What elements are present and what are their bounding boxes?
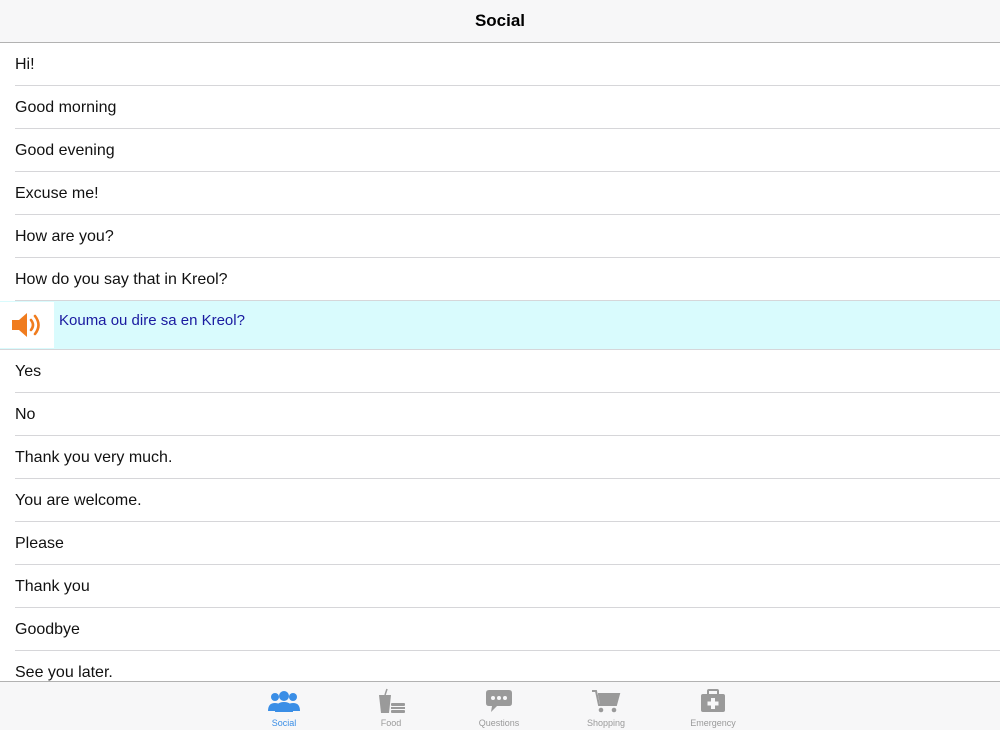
phrase-row[interactable]: No [0,393,1000,436]
phrase-row[interactable]: Please [0,522,1000,565]
phrase-label: Please [15,534,64,552]
phrase-row[interactable]: See you later. [0,651,1000,681]
tab-emergency[interactable]: Emergency [668,682,758,730]
phrase-list[interactable]: Hi! Good morning Good evening Excuse me!… [0,43,1000,681]
tab-questions[interactable]: Questions [454,682,544,730]
translation-text: Kouma ou dire sa en Kreol? [59,312,245,329]
tab-label: Shopping [586,718,626,728]
phrase-row[interactable]: Good evening [0,129,1000,172]
phrase-label: Thank you very much. [15,448,173,466]
tab-shopping[interactable]: Shopping [561,682,651,730]
tab-label: Questions [478,718,520,728]
chat-bubble-icon [486,690,512,712]
phrase-row[interactable]: Hi! [0,43,1000,86]
phrase-label: Good evening [15,141,115,159]
translation-row[interactable]: Kouma ou dire sa en Kreol? [0,301,1000,350]
phrase-row[interactable]: Goodbye [0,608,1000,651]
first-aid-kit-icon [701,689,725,712]
navigation-bar: Social [0,0,1000,43]
phrase-row[interactable]: Thank you [0,565,1000,608]
phrase-row[interactable]: Yes [0,350,1000,393]
phrase-row[interactable]: How are you? [0,215,1000,258]
phrase-label: Goodbye [15,620,80,638]
phrase-label: Hi! [15,55,35,73]
app-window: Social Hi! Good morning Good evening Exc… [0,0,1000,730]
tab-bar: Social Food Questions Shopping Emergency [0,681,1000,730]
phrase-label: Excuse me! [15,184,99,202]
tab-label: Social [271,718,297,728]
speaker-icon [12,313,40,337]
tab-social[interactable]: Social [239,682,329,730]
phrase-label: Thank you [15,577,90,595]
phrase-label: Yes [15,362,42,380]
cart-icon [592,690,621,713]
phrase-row[interactable]: You are welcome. [0,479,1000,522]
page-title: Social [474,11,526,30]
tab-label: Emergency [690,718,736,728]
phrase-label: How are you? [15,227,114,245]
phrase-row[interactable]: Thank you very much. [0,436,1000,479]
people-icon [268,691,300,712]
phrase-label: You are welcome. [15,491,142,509]
food-icon [379,688,405,713]
phrase-label: See you later. [15,663,113,681]
phrase-row[interactable]: How do you say that in Kreol? [0,258,1000,301]
tab-food[interactable]: Food [346,682,436,730]
tab-label: Food [380,718,402,728]
phrase-label: How do you say that in Kreol? [15,270,228,288]
phrase-label: No [15,405,36,423]
phrase-row[interactable]: Good morning [0,86,1000,129]
phrase-row[interactable]: Excuse me! [0,172,1000,215]
play-audio-button[interactable] [0,302,54,348]
phrase-label: Good morning [15,98,117,116]
